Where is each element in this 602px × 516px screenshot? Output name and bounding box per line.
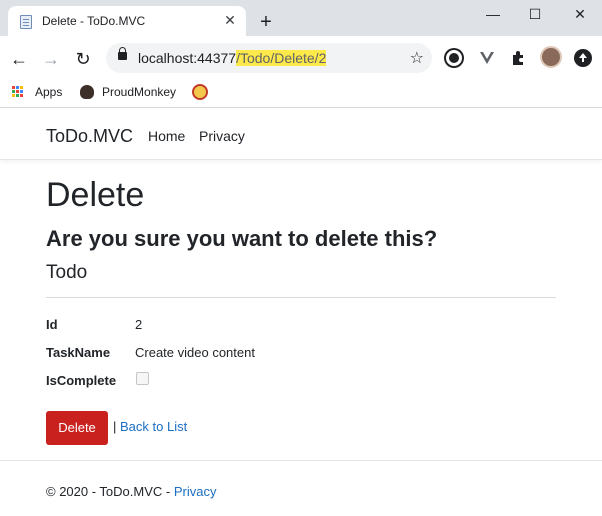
site-navbar: ToDo.MVC Home Privacy [0,109,602,160]
field-value-id: 2 [135,317,143,332]
browser-tab[interactable]: Delete - ToDo.MVC ✕ [8,6,246,36]
tab-title: Delete - ToDo.MVC [42,14,146,28]
extension-circle-icon[interactable] [446,50,462,66]
field-label-taskname: TaskName [46,345,111,360]
nav-home[interactable]: Home [148,128,185,144]
entity-heading: Todo [46,262,88,283]
upload-circle-icon[interactable] [574,49,592,67]
address-bar[interactable]: localhost:44377/Todo/Delete/2 ☆ [106,43,432,73]
link-separator: | [113,419,117,434]
delete-button[interactable]: Delete [46,411,108,445]
bookmark-proudmonkey[interactable]: ProudMonkey [102,85,176,99]
monkey-icon [80,85,94,99]
page-favicon-icon [20,15,32,29]
bookmark-badge-icon[interactable] [192,84,208,100]
bookmarks-bar: Apps ProudMonkey [0,80,602,108]
new-tab-icon[interactable]: + [256,12,276,32]
confirm-heading: Are you sure you want to delete this? [46,226,438,251]
field-label-id: Id [46,317,58,332]
browser-toolbar: ← → ↻ localhost:44377/Todo/Delete/2 ☆ [0,36,602,80]
copyright-text: © 2020 - ToDo.MVC - [46,484,174,499]
footer-privacy-link[interactable]: Privacy [174,484,217,499]
back-arrow-icon[interactable]: ← [8,48,30,70]
back-to-list-link[interactable]: Back to List [120,419,187,434]
browser-tabstrip: Delete - ToDo.MVC ✕ + — ☐ ✕ [0,0,602,36]
extensions-puzzle-icon[interactable] [510,50,526,66]
profile-avatar[interactable] [540,46,562,68]
reload-icon[interactable]: ↻ [72,48,94,70]
nav-privacy[interactable]: Privacy [199,128,245,144]
bookmark-star-icon[interactable]: ☆ [410,48,424,68]
apps-grid-icon[interactable] [12,86,24,98]
site-brand[interactable]: ToDo.MVC [46,126,133,147]
site-footer: © 2020 - ToDo.MVC - Privacy [0,460,602,516]
close-tab-icon[interactable]: ✕ [222,12,238,28]
page-title: Delete [46,176,145,214]
divider [46,297,556,298]
bookmark-apps[interactable]: Apps [35,85,62,99]
maximize-icon[interactable]: ☐ [521,3,549,25]
close-window-icon[interactable]: ✕ [566,3,594,25]
url-text: localhost:44377/Todo/Delete/2 [138,50,327,66]
lock-icon [118,47,127,60]
vue-devtools-icon[interactable] [479,50,495,66]
forward-arrow-icon[interactable]: → [40,48,62,70]
minimize-icon[interactable]: — [479,3,507,25]
field-label-iscomplete: IsComplete [46,373,117,388]
footer-text: © 2020 - ToDo.MVC - Privacy [46,484,216,499]
field-value-taskname: Create video content [135,345,255,360]
iscomplete-checkbox [136,372,149,385]
